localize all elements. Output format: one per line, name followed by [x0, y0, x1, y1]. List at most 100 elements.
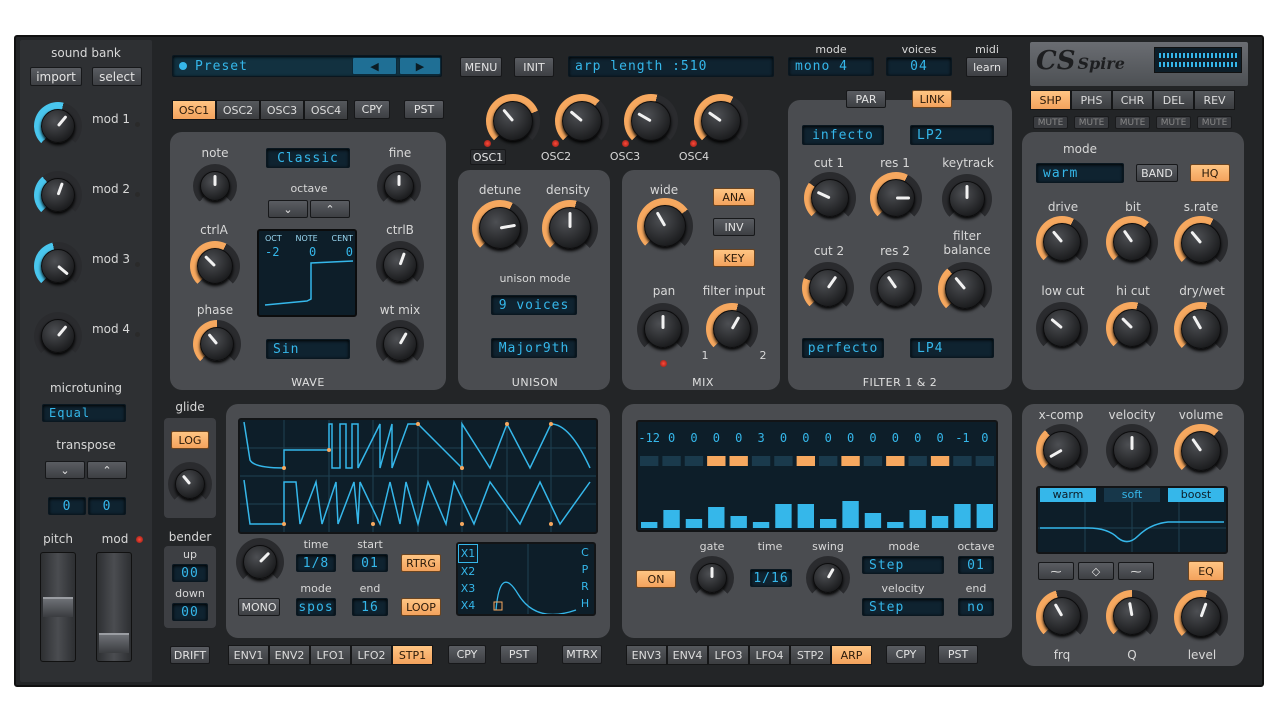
- ctrlb-knob[interactable]: [376, 241, 424, 289]
- mute-button-chr[interactable]: MUTE: [1115, 116, 1150, 129]
- tab-osc2[interactable]: OSC2: [216, 100, 260, 120]
- transpose-semitone-display[interactable]: 0: [88, 497, 126, 515]
- mod4-knob[interactable]: [34, 312, 82, 360]
- arp-step-bar[interactable]: [708, 507, 725, 528]
- tab-lfo1[interactable]: LFO1: [310, 645, 351, 665]
- arp-step-value[interactable]: 0: [690, 431, 697, 445]
- tab-lfo4[interactable]: LFO4: [749, 645, 790, 665]
- arp-step-value[interactable]: 0: [735, 431, 742, 445]
- tab-fx-shp[interactable]: SHP: [1030, 90, 1071, 110]
- arp-mode-display[interactable]: Step: [862, 556, 944, 574]
- transpose-down-button[interactable]: ⌄: [45, 461, 85, 479]
- x2-slot[interactable]: X2: [458, 563, 478, 580]
- unison-chord-display[interactable]: Major9th: [491, 338, 577, 358]
- eq-lowshelf-button[interactable]: ⁓: [1038, 562, 1074, 580]
- arp-step-tie[interactable]: [908, 456, 927, 466]
- r-slot[interactable]: R: [576, 578, 594, 595]
- envelope-knob[interactable]: [236, 538, 284, 586]
- density-knob[interactable]: [542, 200, 598, 256]
- arp-step-tie[interactable]: [774, 456, 793, 466]
- mute-button-phs[interactable]: MUTE: [1074, 116, 1109, 129]
- arp-step-value[interactable]: -1: [955, 431, 969, 445]
- x1-slot[interactable]: X1: [458, 544, 478, 563]
- filter-input-knob[interactable]: [706, 303, 758, 355]
- arp-step-value[interactable]: 0: [981, 431, 988, 445]
- osc-type-display[interactable]: Classic: [266, 148, 350, 168]
- q-knob[interactable]: [1106, 590, 1158, 642]
- mute-button-shp[interactable]: MUTE: [1033, 116, 1068, 129]
- hi-cut-knob[interactable]: [1106, 302, 1158, 354]
- filter-link-button[interactable]: LINK: [912, 90, 952, 108]
- arp-step-tie[interactable]: [886, 456, 905, 466]
- glide-knob[interactable]: [168, 462, 212, 506]
- arp-step-tie[interactable]: [930, 456, 950, 466]
- arp-copy-button[interactable]: CPY: [886, 645, 926, 664]
- arp-time-display[interactable]: 1/16: [750, 569, 792, 587]
- mute-button-rev[interactable]: MUTE: [1197, 116, 1232, 129]
- filter1-mode-display[interactable]: LP2: [910, 125, 994, 145]
- cut1-knob[interactable]: [804, 172, 856, 224]
- band-button[interactable]: BAND: [1136, 164, 1178, 182]
- mono-button[interactable]: MONO: [238, 598, 280, 616]
- ana-button[interactable]: ANA: [713, 188, 755, 206]
- voice-mode-display[interactable]: mono 4: [788, 57, 874, 76]
- phase-knob[interactable]: [193, 320, 241, 368]
- env-time-display[interactable]: 1/8: [296, 554, 336, 572]
- tab-env2[interactable]: ENV2: [269, 645, 310, 665]
- eq-highshelf-button[interactable]: ⁓: [1118, 562, 1154, 580]
- res1-knob[interactable]: [870, 172, 922, 224]
- pitch-wheel[interactable]: [40, 552, 76, 662]
- tab-osc1[interactable]: OSC1: [172, 100, 216, 120]
- arp-step-tie[interactable]: [796, 456, 815, 466]
- octave-down-button[interactable]: ⌄: [268, 200, 308, 218]
- arp-step-bar[interactable]: [976, 504, 993, 528]
- osc1-level-knob[interactable]: [486, 94, 540, 148]
- res2-knob[interactable]: [870, 262, 922, 314]
- velocity-knob[interactable]: [1106, 424, 1158, 476]
- h-slot[interactable]: H: [576, 595, 594, 612]
- eq-preset-soft[interactable]: soft: [1104, 488, 1160, 502]
- mod3-knob[interactable]: [34, 242, 82, 290]
- c-slot[interactable]: C: [576, 544, 594, 561]
- key-button[interactable]: KEY: [713, 249, 755, 267]
- osc4-level-knob[interactable]: [694, 94, 748, 148]
- select-button[interactable]: select: [92, 67, 142, 86]
- arp-on-button[interactable]: ON: [636, 570, 676, 588]
- arp-step-value[interactable]: 0: [892, 431, 899, 445]
- tab-env3[interactable]: ENV3: [626, 645, 667, 665]
- arp-step-tie[interactable]: [975, 456, 994, 466]
- voices-display[interactable]: 04: [886, 57, 952, 76]
- init-button[interactable]: INIT: [514, 57, 554, 77]
- arp-step-tie[interactable]: [662, 456, 681, 466]
- bender-down-display[interactable]: 00: [172, 603, 208, 621]
- detune-knob[interactable]: [472, 200, 528, 256]
- tab-lfo3[interactable]: LFO3: [708, 645, 749, 665]
- filter-parallel-button[interactable]: PAR: [846, 90, 886, 108]
- drift-button[interactable]: DRIFT: [170, 646, 210, 664]
- keytrack-knob[interactable]: [942, 174, 992, 224]
- env-end-display[interactable]: 16: [352, 598, 388, 616]
- tab-stp1[interactable]: STP1: [392, 645, 433, 665]
- level-knob[interactable]: [1174, 590, 1228, 644]
- arp-step-value[interactable]: 0: [847, 431, 854, 445]
- tab-stp2[interactable]: STP2: [790, 645, 831, 665]
- arp-step-value[interactable]: 0: [668, 431, 675, 445]
- tab-fx-chr[interactable]: CHR: [1112, 90, 1153, 110]
- pan-knob[interactable]: [637, 303, 689, 355]
- arp-octave-display[interactable]: 01: [958, 556, 994, 574]
- arp-step-tie[interactable]: [707, 456, 726, 466]
- tab-fx-rev[interactable]: REV: [1194, 90, 1235, 110]
- eq-preset-boost[interactable]: boost: [1168, 488, 1224, 502]
- arp-step-value[interactable]: 0: [825, 431, 832, 445]
- loop-button[interactable]: LOOP: [401, 598, 441, 616]
- preset-prev-button[interactable]: ◀: [352, 57, 397, 75]
- filter-balance-knob[interactable]: [938, 262, 992, 316]
- arp-velocity-display[interactable]: Step: [862, 598, 944, 616]
- arp-step-value[interactable]: 0: [802, 431, 809, 445]
- arp-step-bar[interactable]: [931, 516, 949, 528]
- hq-button[interactable]: HQ: [1190, 164, 1230, 182]
- inv-button[interactable]: INV: [713, 218, 755, 236]
- env-mode-display[interactable]: spos: [296, 598, 336, 616]
- eq-peak-button[interactable]: ◇: [1078, 562, 1114, 580]
- arp-step-bar[interactable]: [909, 510, 926, 528]
